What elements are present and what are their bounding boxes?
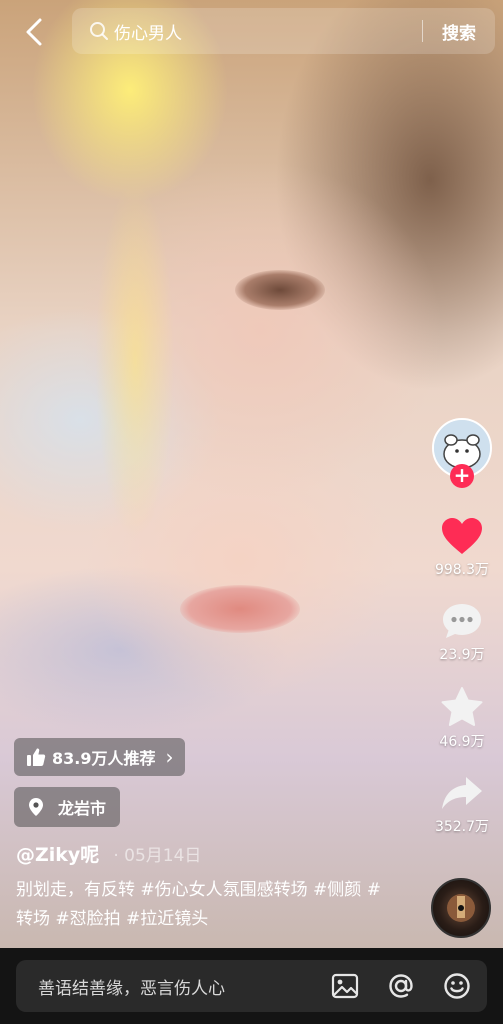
comment-icon: [442, 604, 481, 638]
comment-placeholder: 善语结善缘，恶言伤人心: [38, 978, 225, 999]
search-icon: [90, 22, 108, 40]
share-count: 352.7万: [434, 819, 490, 835]
video-lips-shading: [180, 585, 300, 633]
emoji-icon[interactable]: [441, 970, 473, 1002]
comment-action[interactable]: 23.9万: [439, 601, 485, 664]
chevron-right-icon: ›: [165, 745, 174, 769]
search-box[interactable]: 伤心男人 搜索: [72, 8, 495, 54]
search-button[interactable]: 搜索: [423, 19, 495, 44]
image-icon[interactable]: [329, 970, 361, 1002]
music-disc-art: [447, 894, 475, 922]
recommend-label: 83.9万人推荐: [52, 749, 156, 768]
back-icon[interactable]: [18, 14, 50, 50]
thumbs-up-icon: [27, 748, 46, 766]
share-icon: [442, 777, 482, 809]
top-bar: 伤心男人 搜索: [0, 0, 503, 64]
follow-button[interactable]: +: [450, 464, 474, 488]
music-disc-icon[interactable]: [431, 878, 491, 938]
favorite-action[interactable]: 46.9万: [439, 686, 485, 751]
location-pin-icon: [29, 798, 43, 816]
bottom-bar: 善语结善缘，恶言伤人心: [0, 948, 503, 1024]
light-glow: [95, 180, 175, 540]
author-row: @Ziky呢 · 05月14日: [16, 840, 201, 867]
at-icon[interactable]: [385, 970, 417, 1002]
location-chip[interactable]: 龙岩市: [14, 787, 121, 827]
action-rail: + 998.3万 23.9万 46.9万 352.7万: [429, 418, 495, 836]
author-name[interactable]: @Ziky呢: [16, 840, 99, 867]
location-label: 龙岩市: [58, 799, 107, 818]
recommend-chip[interactable]: 83.9万人推荐 ›: [14, 738, 186, 776]
like-count: 998.3万: [434, 562, 490, 578]
search-query[interactable]: 伤心男人: [114, 19, 422, 44]
comment-input[interactable]: 善语结善缘，恶言伤人心: [16, 960, 487, 1012]
share-action[interactable]: 352.7万: [435, 773, 489, 836]
comment-count: 23.9万: [439, 647, 485, 663]
favorite-count: 46.9万: [439, 734, 485, 750]
video-eye-shading: [235, 270, 325, 310]
post-date-text: 05月14日: [124, 846, 202, 866]
like-action[interactable]: 998.3万: [435, 516, 489, 579]
video-caption[interactable]: 别划走，有反转 #伤心女人氛围感转场 #侧颜 #转场 #怼脸拍 #拉近镜头: [16, 876, 386, 934]
post-date: · 05月14日: [113, 846, 202, 866]
favorite-icon: [441, 687, 483, 726]
like-icon: [442, 518, 482, 554]
